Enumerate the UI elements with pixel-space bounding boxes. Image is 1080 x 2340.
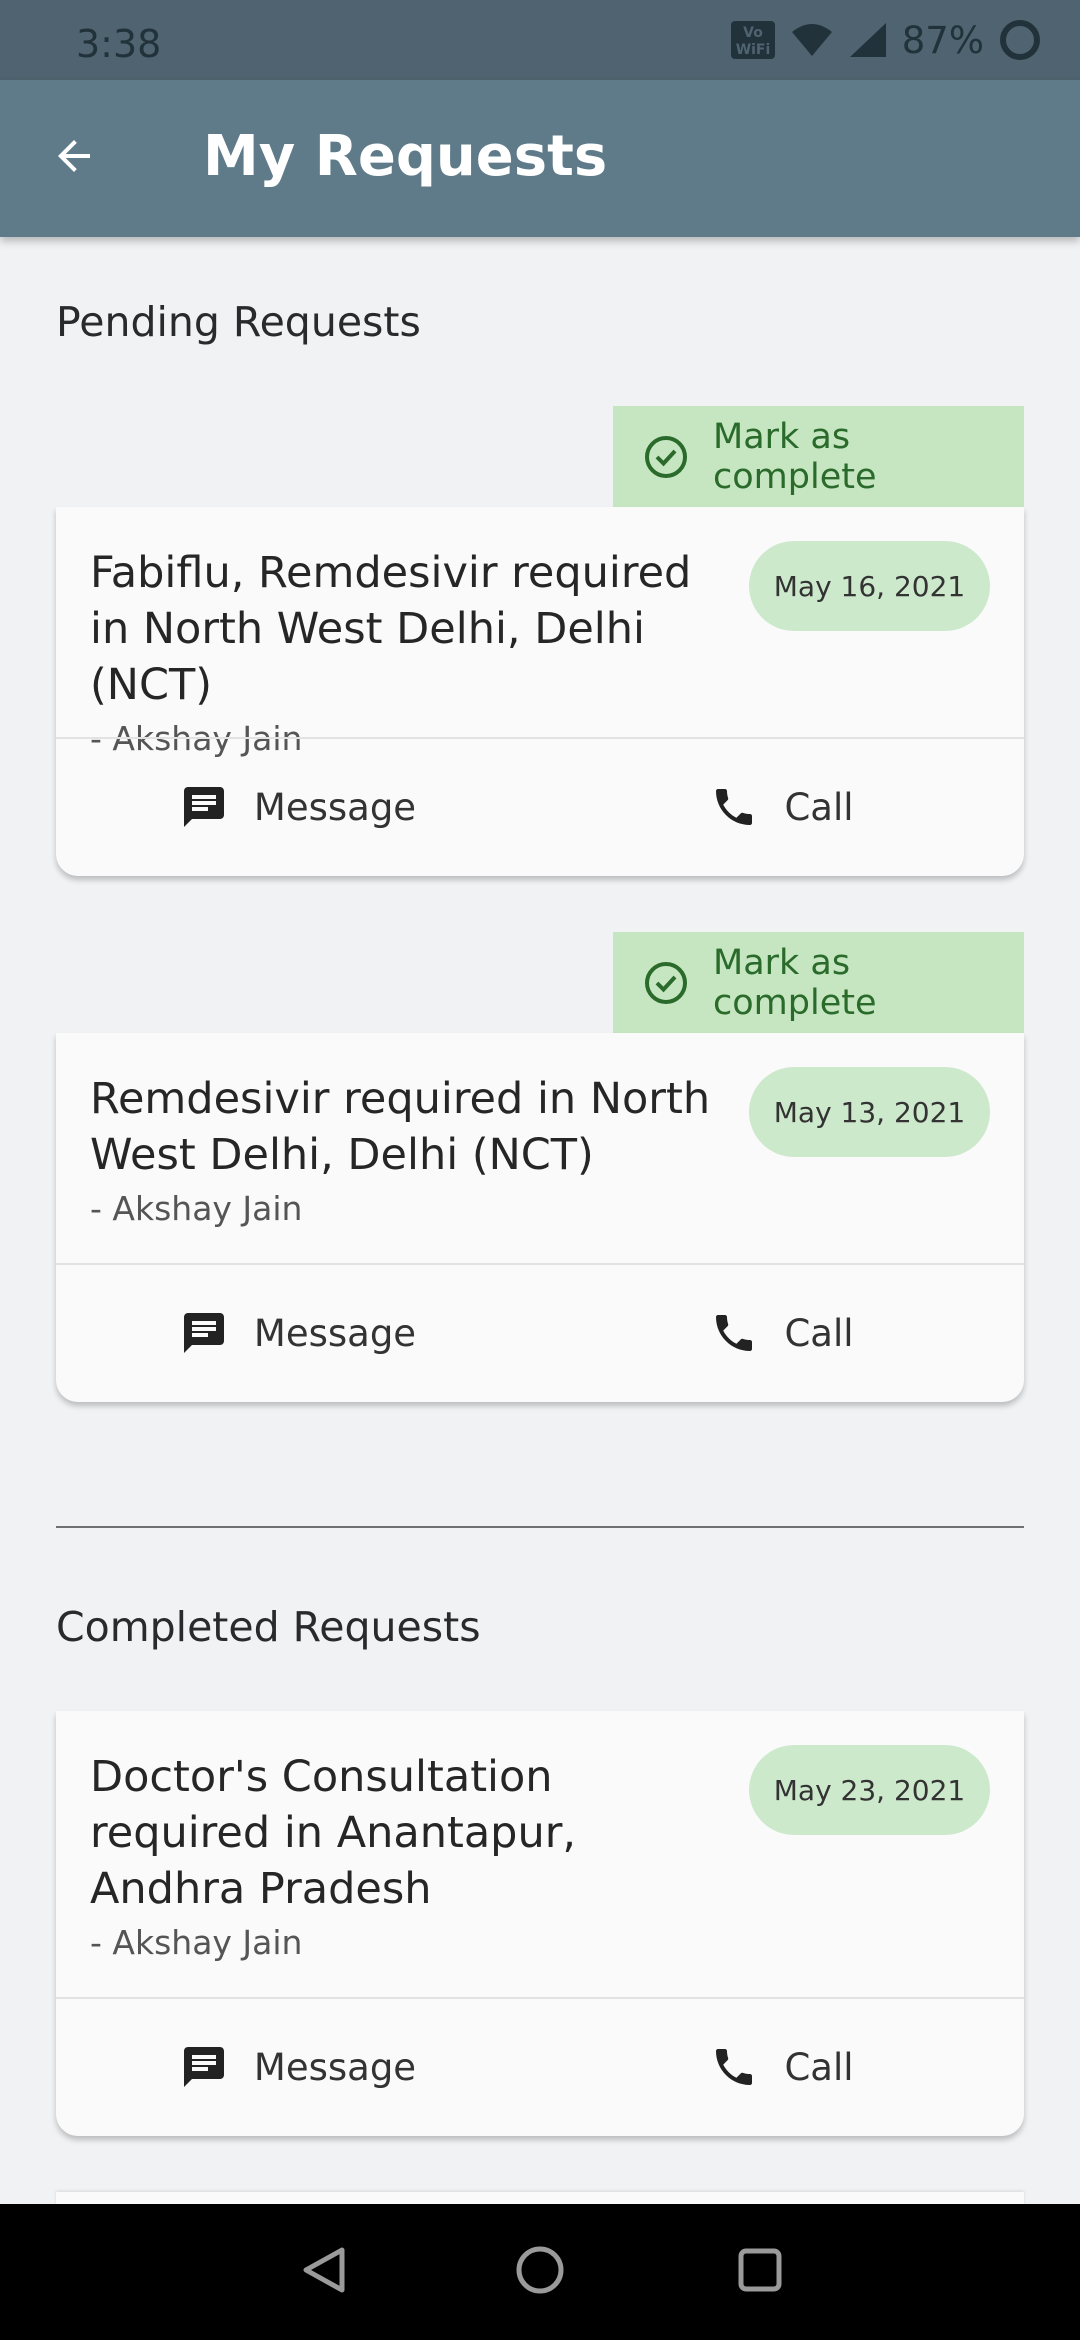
section-divider <box>56 1526 1024 1528</box>
nav-recents-button[interactable] <box>724 2236 796 2308</box>
request-card: Doctor's Consultation required in Ananta… <box>56 1711 1024 2136</box>
message-icon <box>180 1309 228 1357</box>
request-card-header: Remdesivir required in North West Delhi,… <box>56 1033 1024 1228</box>
card-actions: Message Call <box>56 739 1024 875</box>
check-circle-icon <box>643 434 689 480</box>
system-nav-bar <box>0 2204 1080 2340</box>
call-label: Call <box>784 2045 854 2089</box>
request-title: Doctor's Consultation required in Ananta… <box>90 1752 577 1914</box>
call-button[interactable]: Call <box>540 739 1024 875</box>
card-actions: Message Call <box>56 1999 1024 2135</box>
svg-text:Vo: Vo <box>743 25 763 41</box>
nav-back-button[interactable] <box>288 2236 360 2308</box>
request-title: Fabiflu, Remdesivir required in North We… <box>90 548 692 710</box>
page-title: My Requests <box>203 124 608 189</box>
app-bar: My Requests <box>0 80 1080 237</box>
message-label: Message <box>253 1311 417 1355</box>
battery-icon <box>998 18 1042 62</box>
message-button[interactable]: Message <box>56 1265 540 1401</box>
mark-complete-button[interactable]: Mark as complete <box>613 932 1024 1033</box>
recents-square-icon <box>734 2244 786 2300</box>
request-card: Remdesivir required in North West Delhi,… <box>56 1033 1024 1402</box>
call-label: Call <box>784 785 854 829</box>
vowifi-icon: Vo WiFi <box>730 20 776 60</box>
card-actions: Message Call <box>56 1265 1024 1401</box>
phone-icon <box>710 2043 758 2091</box>
status-bar: 3:38 Vo WiFi 87% <box>0 0 1080 80</box>
phone-icon <box>710 783 758 831</box>
status-icons: Vo WiFi 87% <box>730 18 1042 62</box>
request-card-header: Doctor's Consultation required in Ananta… <box>56 1711 1024 1962</box>
date-chip: May 16, 2021 <box>749 541 990 631</box>
message-icon <box>180 783 228 831</box>
call-label: Call <box>784 1311 854 1355</box>
mark-complete-label: Mark as complete <box>713 416 877 497</box>
request-title: Remdesivir required in North West Delhi,… <box>90 1074 711 1180</box>
home-circle-icon <box>514 2244 566 2300</box>
phone-icon <box>710 1309 758 1357</box>
date-chip: May 13, 2021 <box>749 1067 990 1157</box>
back-triangle-icon <box>298 2244 350 2300</box>
message-icon <box>180 2043 228 2091</box>
completed-section-title: Completed Requests <box>56 1603 481 1651</box>
arrow-back-icon <box>50 132 98 184</box>
pending-section-title: Pending Requests <box>56 298 421 346</box>
mark-complete-label: Mark as complete <box>713 942 877 1023</box>
mark-complete-button[interactable]: Mark as complete <box>613 406 1024 507</box>
status-time: 3:38 <box>76 22 162 66</box>
check-circle-icon <box>643 960 689 1006</box>
request-card: Fabiflu, Remdesivir required in North We… <box>56 507 1024 876</box>
date-chip: May 23, 2021 <box>749 1745 990 1835</box>
message-label: Message <box>253 2045 417 2089</box>
request-author: - Akshay Jain <box>90 1923 303 1962</box>
wifi-icon <box>790 22 834 58</box>
signal-icon <box>848 21 888 59</box>
back-button[interactable] <box>34 118 114 198</box>
message-button[interactable]: Message <box>56 739 540 875</box>
nav-home-button[interactable] <box>504 2236 576 2308</box>
request-card-header: Fabiflu, Remdesivir required in North We… <box>56 507 1024 758</box>
request-author: - Akshay Jain <box>90 1189 303 1228</box>
battery-percentage: 87% <box>901 18 984 62</box>
call-button[interactable]: Call <box>540 1265 1024 1401</box>
svg-text:WiFi: WiFi <box>735 42 770 58</box>
message-button[interactable]: Message <box>56 1999 540 2135</box>
message-label: Message <box>253 785 417 829</box>
call-button[interactable]: Call <box>540 1999 1024 2135</box>
